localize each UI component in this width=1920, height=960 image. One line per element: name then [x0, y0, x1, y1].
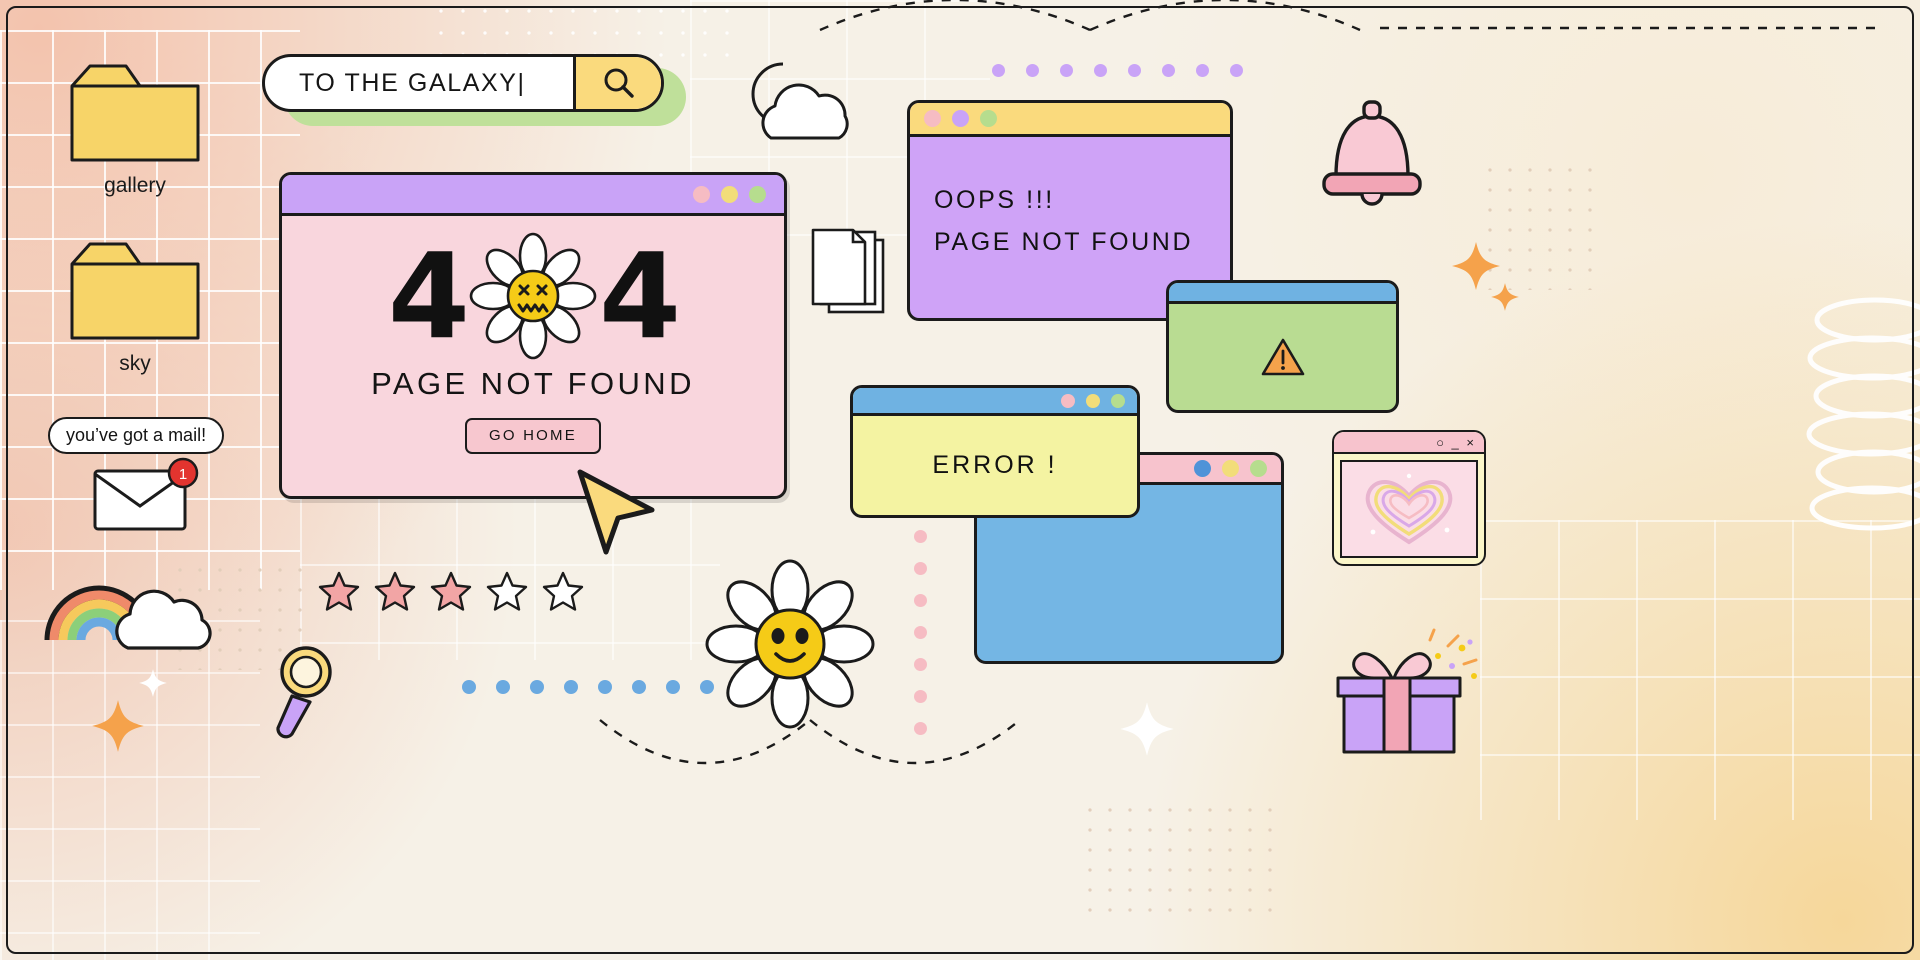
smiling-daisy-icon: [705, 559, 875, 729]
folder-label-gallery: gallery: [104, 174, 166, 197]
documents-stack-icon: [811, 228, 885, 314]
dashed-arc-bottom: [599, 719, 1021, 765]
mail-badge: 1: [167, 457, 199, 489]
sparkle-icon: [92, 700, 144, 752]
window-404-traffic-lights[interactable]: [693, 185, 766, 203]
magnifier-icon: [276, 646, 332, 739]
window-error[interactable]: ERROR !: [850, 385, 1140, 518]
traffic-light-yellow[interactable]: [1222, 460, 1239, 477]
window-404-body: 4 4 PAGE NOT FOUND GO HOME: [282, 216, 784, 496]
traffic-light-green[interactable]: [749, 185, 766, 203]
warning-triangle-icon: [1261, 338, 1304, 376]
soft-grid-lower: [0, 620, 260, 960]
soft-grid-right: [1480, 520, 1920, 820]
heart-icon: [1365, 473, 1453, 545]
window-warning-titlebar[interactable]: [1169, 283, 1396, 304]
folder-icon-sky[interactable]: [68, 238, 202, 344]
window-oops-body: OOPS !!! PAGE NOT FOUND: [910, 137, 1230, 263]
window-controls[interactable]: ○ _ ×: [1436, 435, 1476, 450]
star-icon-filled[interactable]: [430, 570, 472, 612]
star-icon-empty[interactable]: [542, 570, 584, 612]
traffic-light-pink[interactable]: [924, 110, 941, 127]
sparkle-icon: [1120, 702, 1174, 756]
traffic-light-green[interactable]: [980, 110, 997, 127]
mail-notification-pill: you’ve got a mail!: [48, 417, 225, 454]
window-oops-titlebar[interactable]: [910, 103, 1230, 137]
svg-text:1: 1: [179, 466, 187, 483]
window-error-titlebar[interactable]: [853, 388, 1137, 416]
traffic-light-yellow[interactable]: [721, 185, 738, 203]
bell-icon: [1322, 100, 1422, 206]
window-heart[interactable]: ○ _ ×: [1332, 430, 1486, 566]
folder-icon-gallery[interactable]: [68, 60, 202, 166]
error-code-404: 4 4: [387, 227, 681, 365]
traffic-light-pink[interactable]: [1061, 393, 1075, 408]
gift-box-icon: [1336, 628, 1478, 754]
window-404-titlebar[interactable]: [282, 175, 784, 216]
cloud-icon: [115, 589, 212, 650]
search-bar[interactable]: TO THE GALAXY|: [262, 54, 686, 126]
folder-label-sky: sky: [119, 352, 151, 375]
window-error-traffic-lights[interactable]: [1061, 393, 1125, 408]
search-icon: [604, 68, 634, 98]
go-home-button[interactable]: GO HOME: [465, 418, 601, 454]
traffic-light-green[interactable]: [1111, 393, 1125, 408]
sparkle-icon: [1491, 283, 1519, 311]
page-not-found-text: PAGE NOT FOUND: [371, 366, 695, 401]
window-404[interactable]: 4 4 PAGE NOT FOUND GO HOME: [279, 172, 787, 499]
star-icon-filled[interactable]: [374, 570, 416, 612]
spiral-icon: [1806, 297, 1920, 531]
oops-line-2: PAGE NOT FOUND: [934, 228, 1194, 256]
dashed-arc-top: [819, 0, 1361, 32]
dead-daisy-icon: [469, 232, 597, 360]
star-rating[interactable]: [318, 570, 584, 612]
cursor-arrow-icon: [577, 469, 655, 555]
traffic-light-purple[interactable]: [952, 110, 969, 127]
window-warning-body: [1169, 304, 1396, 410]
window-heart-inner: [1340, 460, 1478, 558]
traffic-light-blue[interactable]: [1194, 460, 1211, 477]
dot-row-pink-vertical: [914, 530, 927, 735]
digit-four-left: 4: [387, 227, 470, 365]
moon-cloud-icon: [751, 62, 849, 140]
digit-four-right: 4: [599, 227, 681, 365]
star-icon-empty[interactable]: [486, 570, 528, 612]
search-input[interactable]: TO THE GALAXY|: [265, 57, 573, 109]
illustration-canvas: TO THE GALAXY| gallery sky you’ve got a …: [0, 0, 1920, 960]
window-warning[interactable]: [1166, 280, 1399, 413]
dashed-line-right: [1380, 26, 1880, 30]
dotfield-top: [430, 0, 730, 60]
oops-line-1: OOPS !!!: [934, 186, 1055, 214]
traffic-light-yellow[interactable]: [1086, 393, 1100, 408]
star-icon-filled[interactable]: [318, 570, 360, 612]
error-text: ERROR !: [932, 451, 1058, 479]
window-heart-body: [1334, 454, 1484, 564]
window-blue-traffic-lights[interactable]: [1194, 460, 1267, 477]
dotfield-bottom: [1080, 800, 1280, 920]
search-button[interactable]: [573, 57, 661, 109]
window-error-body: ERROR !: [853, 416, 1137, 515]
dot-row-purple: [992, 64, 1243, 77]
sparkle-icon: [139, 669, 167, 697]
window-oops-traffic-lights[interactable]: [924, 110, 997, 127]
traffic-light-pink[interactable]: [693, 185, 710, 203]
window-heart-titlebar[interactable]: ○ _ ×: [1334, 432, 1484, 454]
traffic-light-green[interactable]: [1250, 460, 1267, 477]
